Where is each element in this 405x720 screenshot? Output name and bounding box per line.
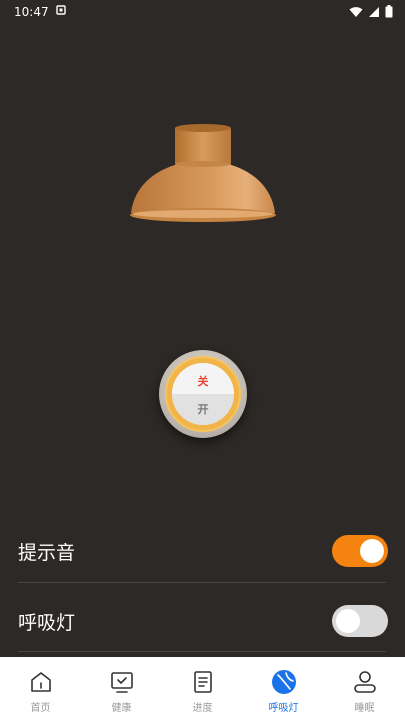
sound-label: 提示音 [18,542,76,564]
breathing-light-toggle[interactable] [332,605,388,637]
tab-home[interactable]: 首页 [0,657,81,720]
ball-icon [271,670,296,694]
toggle-thumb [360,539,384,563]
knob-ring: 关 开 [165,356,241,432]
tab-sleep[interactable]: 睡眠 [324,657,405,720]
power-knob[interactable]: 关 开 [159,350,247,438]
user-icon [353,671,376,693]
battery-icon [385,5,393,18]
tab-progress[interactable]: 进度 [162,657,243,720]
tab-health[interactable]: 健康 [81,657,162,720]
bottom-tab-bar: 首页 健康 进度 呼吸灯 睡眠 [0,657,405,720]
tab-label: 进度 [192,703,213,714]
toggle-thumb [336,609,360,633]
knob-on-label: 开 [197,403,209,416]
tab-label: 呼吸灯 [268,703,299,714]
divider [18,582,386,583]
wifi-icon [349,6,363,17]
tab-label: 睡眠 [354,703,375,714]
knob-face: 关 开 [172,363,234,425]
document-icon [193,671,212,693]
status-icons [349,5,393,18]
tab-label: 首页 [30,703,51,714]
tab-label: 健康 [111,703,132,714]
knob-off-label: 关 [197,375,209,388]
home-icon [30,672,51,692]
status-time: 10:47 [14,5,49,19]
signal-icon [369,6,379,17]
sound-toggle[interactable] [332,535,388,567]
divider [18,651,386,652]
tab-breathing-light[interactable]: 呼吸灯 [243,657,324,720]
monitor-check-icon [110,672,133,693]
breathing-light-label: 呼吸灯 [18,612,76,634]
setting-row-sound: 提示音 [18,518,388,582]
status-bar: 10:47 [0,0,405,24]
setting-row-breathing-light: 呼吸灯 [18,588,388,652]
notification-icon [56,5,66,15]
lamp-illustration [130,124,276,222]
